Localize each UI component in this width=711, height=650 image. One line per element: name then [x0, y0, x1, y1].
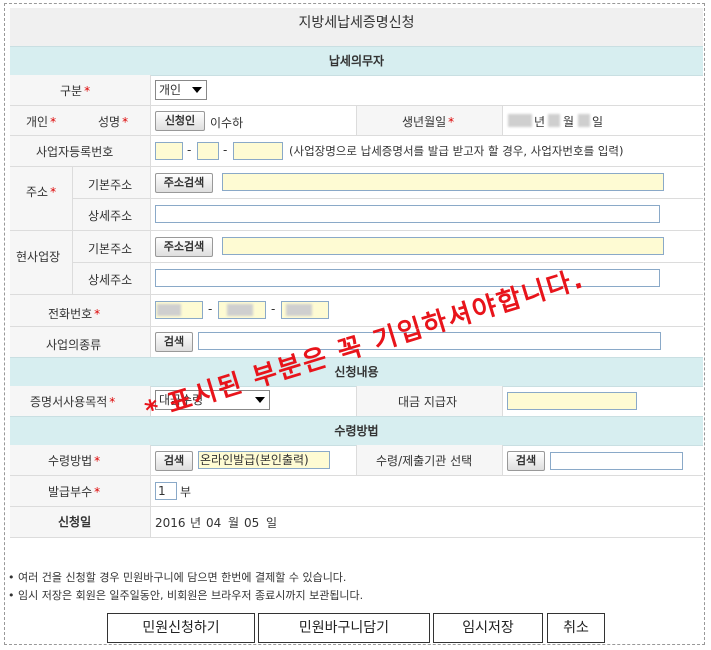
date-day-unit: 일 — [266, 516, 278, 530]
date-day: 05 — [244, 516, 260, 530]
phone-sep-1: - — [208, 302, 213, 316]
section-taxpayer: 납세의무자 — [10, 46, 703, 76]
birth-day-unit: 일 — [592, 115, 604, 129]
birth-day-redacted — [578, 114, 590, 127]
phone-field-3[interactable] — [281, 301, 329, 319]
applicant-button[interactable]: 신청인 — [155, 111, 205, 131]
basic-address-label: 기본주소 — [88, 178, 133, 192]
page-title: 지방세납세증명신청 — [10, 8, 703, 47]
individual-label: 개인 * — [26, 115, 57, 129]
detail-address-label: 상세주소 — [88, 209, 133, 223]
birth-year-redacted — [508, 114, 532, 127]
receive-method-search-button[interactable]: 검색 — [155, 451, 193, 471]
section-receive: 수령방법 — [10, 416, 703, 446]
bizreg-field-3[interactable] — [233, 142, 283, 160]
bizreg-label: 사업자등록번호 — [36, 145, 114, 159]
date-year: 2016 — [155, 516, 186, 530]
name-label: 성명 * — [98, 115, 129, 129]
birth-month-redacted — [548, 114, 560, 127]
bizreg-sep-1: - — [187, 143, 192, 157]
purpose-label: 증명서사용목적 * — [30, 395, 116, 409]
workplace-detail-address-label: 상세주소 — [88, 273, 133, 287]
copies-field[interactable]: 1 — [155, 482, 177, 500]
phone-sep-2: - — [271, 302, 276, 316]
date-year-unit: 년 — [190, 516, 202, 530]
bizreg-field-1[interactable] — [155, 142, 183, 160]
chevron-down-icon — [255, 397, 265, 403]
institution-field[interactable] — [550, 452, 683, 470]
note-temp-save: • 임시 저장은 회원은 일주일동안, 비회원은 브라우저 종료시까지 보관됩니… — [8, 589, 364, 602]
apply-button[interactable]: 민원신청하기 — [107, 613, 255, 643]
payer-label: 대금 지급자 — [398, 395, 458, 409]
phone-field-2[interactable] — [218, 301, 266, 319]
date-label: 신청일 — [58, 515, 92, 529]
workplace-label: 현사업장 — [16, 250, 61, 264]
chevron-down-icon — [192, 87, 202, 93]
note-cart: • 여러 건을 신청할 경우 민원바구니에 담으면 한번에 결제할 수 있습니다… — [8, 571, 347, 584]
cancel-button[interactable]: 취소 — [547, 613, 605, 643]
receive-method-field[interactable]: 온라인발급(본인출력) — [198, 451, 330, 469]
business-type-search-button[interactable]: 검색 — [155, 332, 193, 352]
copies-label: 발급부수 * — [48, 485, 101, 499]
copies-unit: 부 — [180, 485, 192, 499]
cart-button[interactable]: 민원바구니담기 — [258, 613, 430, 643]
basic-address-field[interactable] — [222, 173, 664, 191]
bizreg-sep-2: - — [223, 143, 228, 157]
institution-label: 수령/제출기관 선택 — [376, 454, 473, 468]
name-value: 이수하 — [210, 116, 244, 130]
birth-year-unit: 년 — [534, 115, 546, 129]
payer-field[interactable] — [507, 392, 637, 410]
bizreg-hint: (사업장명으로 납세증명서를 발급 받고자 할 경우, 사업자번호를 입력) — [289, 144, 624, 158]
address-label: 주소 * — [26, 185, 57, 199]
type-label: 구분 * — [60, 84, 91, 98]
institution-search-button[interactable]: 검색 — [507, 451, 545, 471]
birth-month-unit: 월 — [563, 115, 575, 129]
date-month-unit: 월 — [228, 516, 240, 530]
type-select[interactable]: 개인 — [155, 80, 207, 100]
receive-method-label: 수령방법 * — [48, 454, 101, 468]
temp-save-button[interactable]: 임시저장 — [433, 613, 543, 643]
phone-field-1[interactable] — [155, 301, 203, 319]
birth-label: 생년월일 * — [402, 115, 455, 129]
address-search-button[interactable]: 주소검색 — [155, 173, 213, 193]
detail-address-field[interactable] — [155, 205, 660, 223]
bizreg-field-2[interactable] — [197, 142, 219, 160]
workplace-basic-address-label: 기본주소 — [88, 242, 133, 256]
workplace-address-search-button[interactable]: 주소검색 — [155, 237, 213, 257]
phone-label: 전화번호 * — [48, 307, 101, 321]
business-type-label: 사업의종류 — [46, 338, 102, 352]
date-month: 04 — [206, 516, 222, 530]
